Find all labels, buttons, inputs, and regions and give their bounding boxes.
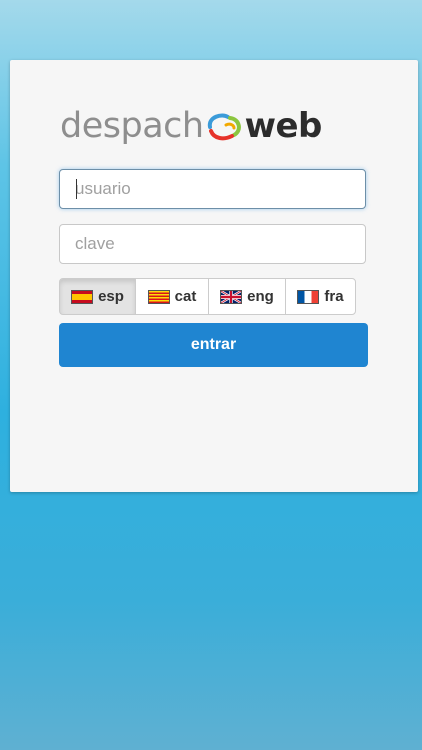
language-selector: esp cat eng fra <box>59 278 356 315</box>
language-label-esp: esp <box>98 288 124 305</box>
language-label-eng: eng <box>247 288 274 305</box>
catalonia-flag-icon <box>147 289 170 304</box>
spain-flag-icon <box>71 289 94 304</box>
password-input[interactable] <box>59 224 366 264</box>
username-input[interactable] <box>59 169 366 209</box>
logo-text-right: web <box>244 106 323 146</box>
logo-text-left: despach <box>60 106 204 146</box>
despachoweb-logo: despach web <box>60 104 370 148</box>
language-label-cat: cat <box>174 288 197 305</box>
language-button-eng[interactable]: eng <box>208 278 286 315</box>
login-submit-button[interactable]: entrar <box>59 323 368 367</box>
language-button-fra[interactable]: fra <box>285 278 356 315</box>
uk-flag-icon <box>220 289 243 304</box>
france-flag-icon <box>297 289 320 304</box>
logo-swirl-icon <box>207 113 241 141</box>
text-cursor <box>76 179 77 199</box>
language-button-cat[interactable]: cat <box>135 278 209 315</box>
login-card: despach web esp cat eng <box>10 60 418 492</box>
language-label-fra: fra <box>324 288 344 305</box>
language-button-esp[interactable]: esp <box>59 278 136 315</box>
